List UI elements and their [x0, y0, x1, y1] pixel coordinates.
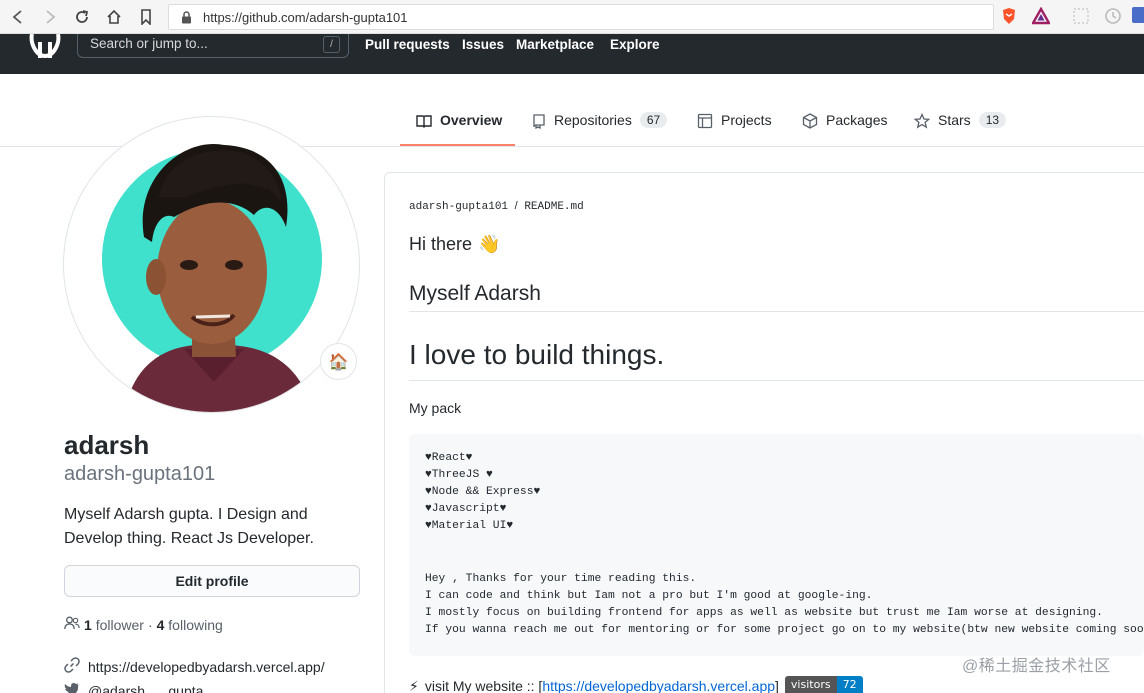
twitter-icon	[64, 682, 80, 693]
reload-icon[interactable]	[72, 7, 92, 27]
address-bar[interactable]: https://github.com/adarsh-gupta101	[168, 4, 994, 30]
code-line: I mostly focus on building frontend for …	[425, 607, 1103, 619]
profile-bio: Myself Adarsh gupta. I Design and Develo…	[64, 506, 314, 547]
visit-close: ]	[775, 678, 779, 693]
tab-stars[interactable]: Stars 13	[913, 112, 1007, 147]
tab-repositories[interactable]: Repositories 67	[532, 112, 668, 147]
h2-divider	[409, 311, 1144, 312]
code-line: If you wanna reach me out for mentoring …	[425, 624, 1144, 636]
code-line: ♥React♥	[425, 452, 473, 464]
search-placeholder: Search or jump to...	[90, 36, 208, 51]
follow-separator: ·	[147, 616, 153, 633]
website-row: https://developedbyadarsh.vercel.app/	[64, 657, 325, 676]
tab-overview[interactable]: Overview	[416, 112, 502, 147]
github-header: Search or jump to... / Pull requests Iss…	[0, 33, 1144, 74]
watermark: @稀土掘金技术社区	[962, 658, 1111, 675]
tab-repositories-label: Repositories	[554, 112, 632, 128]
status-button[interactable]: 🏠	[320, 343, 357, 380]
visit-text: visit My website :: [	[424, 678, 543, 693]
website-readme-link[interactable]: https://developedbyadarsh.vercel.app	[542, 678, 775, 693]
profile-name: adarsh	[64, 430, 150, 460]
tab-active-indicator	[400, 144, 515, 146]
following-count: 4	[156, 616, 165, 633]
followers-link[interactable]: 1 follower	[84, 617, 144, 633]
code-block	[409, 434, 1144, 656]
stars-count: 13	[978, 112, 1007, 128]
follow-stats: 1 follower · 4 following	[64, 616, 223, 633]
visitors-badge-label: visitors	[784, 676, 837, 693]
edit-profile-button[interactable]: Edit profile	[64, 565, 360, 597]
readme-path-user[interactable]: adarsh-gupta101	[409, 201, 508, 213]
tab-packages[interactable]: Packages	[802, 112, 887, 147]
extension-icon-2[interactable]	[1104, 7, 1122, 25]
tab-overview-label: Overview	[440, 112, 503, 128]
visitors-badge-value: 72	[836, 676, 863, 693]
nav-pull-requests[interactable]: Pull requests	[365, 37, 450, 52]
my-pack-label: My pack	[409, 400, 462, 416]
star-icon	[913, 112, 931, 132]
link-icon	[64, 657, 80, 676]
brave-icon[interactable]	[1000, 7, 1018, 25]
website-link[interactable]: https://developedbyadarsh.vercel.app/	[88, 659, 325, 675]
home-icon[interactable]	[104, 7, 124, 27]
people-icon	[64, 616, 80, 633]
repositories-count: 67	[639, 112, 668, 128]
search-shortcut-key: /	[323, 36, 340, 53]
bookmark-icon[interactable]	[136, 7, 156, 27]
readme-path-sep: /	[514, 200, 518, 212]
followers-count: 1	[84, 616, 92, 633]
readme-h2: Myself Adarsh	[409, 282, 541, 305]
package-icon	[802, 113, 818, 132]
readme-h1: I love to build things.	[409, 339, 665, 370]
h1-divider	[409, 380, 1144, 381]
github-logo-icon[interactable]	[28, 33, 62, 65]
followers-label: follower	[95, 616, 144, 633]
forward-icon[interactable]	[40, 7, 60, 27]
extension-icon[interactable]	[1072, 7, 1090, 25]
bat-rewards-icon[interactable]	[1030, 6, 1052, 25]
tab-stars-label: Stars	[938, 112, 971, 128]
code-line: I can code and think but Iam not a pro b…	[425, 590, 873, 602]
visit-website-row: ⚡ visit My website :: [ https://develope…	[409, 676, 863, 693]
visitors-badge: visitors 72	[784, 676, 863, 693]
back-icon[interactable]	[8, 7, 28, 27]
waving-hand-icon: 👋	[478, 234, 501, 254]
profile-login: adarsh-gupta101	[64, 463, 216, 485]
greeting-text: Hi there	[409, 234, 473, 254]
twitter-handle[interactable]: @adarsh___gupta	[88, 683, 203, 693]
readme-greeting: Hi there 👋	[409, 234, 500, 255]
nav-marketplace[interactable]: Marketplace	[516, 37, 594, 52]
following-label: following	[168, 616, 223, 633]
browser-toolbar: https://github.com/adarsh-gupta101	[0, 0, 1144, 34]
url-text: https://github.com/adarsh-gupta101	[203, 10, 408, 25]
tab-projects-label: Projects	[721, 112, 772, 128]
search-input[interactable]: Search or jump to... /	[77, 34, 349, 58]
code-line: ♥Node && Express♥	[425, 486, 541, 498]
lock-icon	[181, 11, 192, 29]
avatar[interactable]	[63, 116, 360, 413]
code-line: Hey , Thanks for your time reading this.	[425, 573, 697, 585]
twitter-row: @adarsh___gupta	[64, 682, 203, 693]
code-line: ♥ThreeJS ♥	[425, 469, 493, 481]
repo-icon	[532, 113, 546, 132]
code-line: ♥Javascript♥	[425, 503, 507, 515]
following-link[interactable]: 4 following	[157, 617, 223, 633]
nav-explore[interactable]: Explore	[610, 37, 660, 52]
tab-projects[interactable]: Projects	[697, 112, 772, 147]
tab-packages-label: Packages	[826, 112, 888, 128]
nav-issues[interactable]: Issues	[462, 37, 504, 52]
house-icon: 🏠	[328, 353, 349, 371]
project-icon	[697, 113, 713, 132]
readme-path: adarsh-gupta101 / README.md	[409, 200, 584, 213]
book-icon	[416, 113, 432, 132]
readme-path-file[interactable]: README.md	[524, 201, 583, 213]
lightning-icon: ⚡	[409, 677, 419, 693]
code-line: ♥Material UI♥	[425, 520, 514, 532]
extension-icon-3[interactable]	[1132, 7, 1144, 25]
